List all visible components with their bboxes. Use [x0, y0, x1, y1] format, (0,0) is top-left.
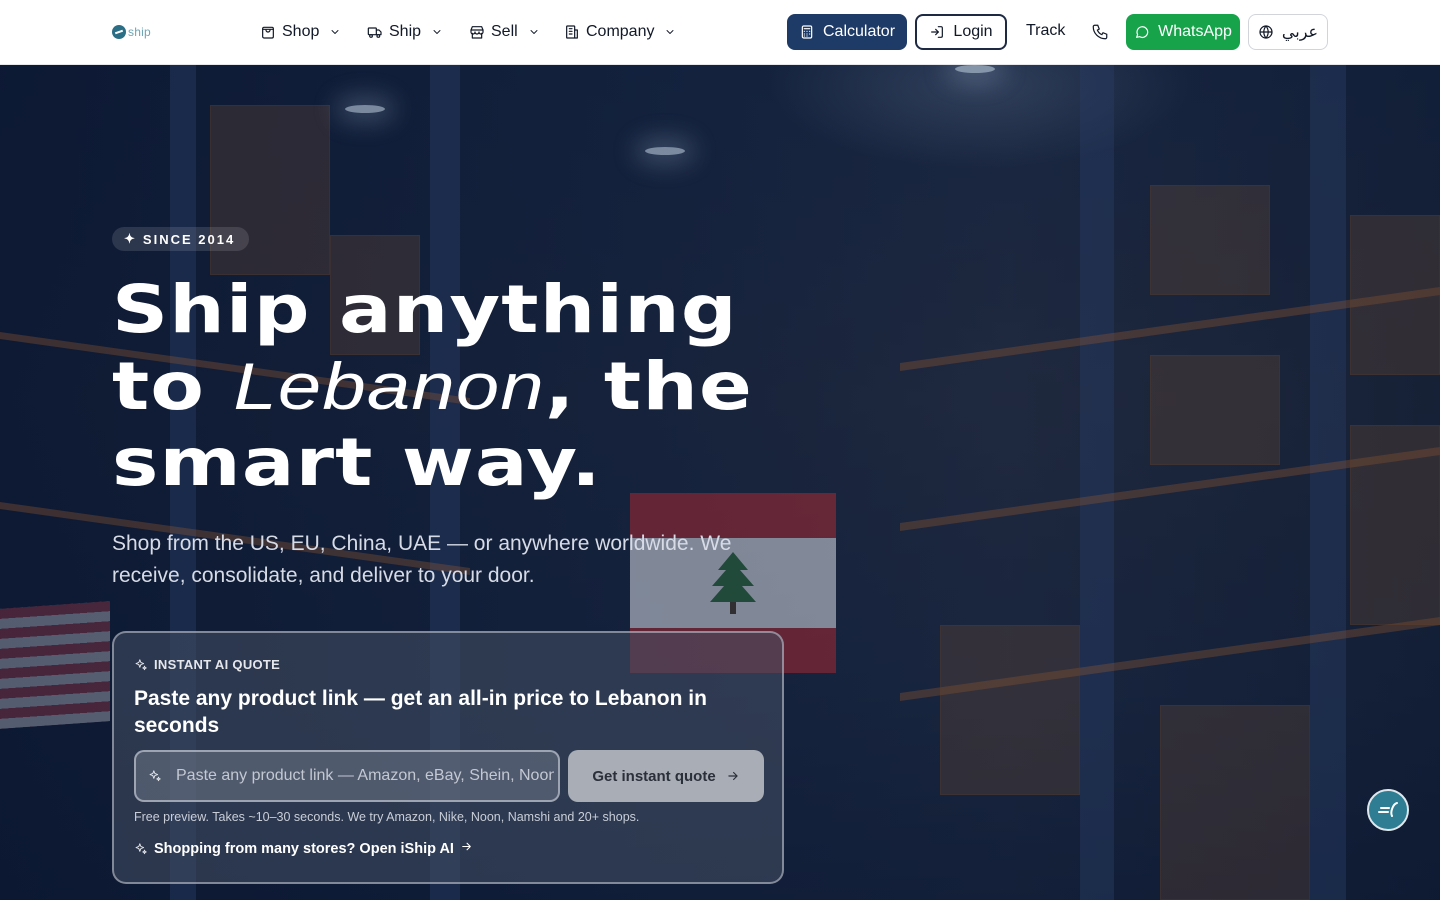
nav-menu-sell[interactable]: Sell [469, 20, 540, 44]
calculator-icon [801, 25, 813, 39]
instant-quote-title: Paste any product link — get an all-in p… [134, 687, 707, 737]
chevron-down-icon [433, 30, 441, 34]
language-toggle-label: عربي [1281, 24, 1319, 41]
store-icon [470, 26, 484, 39]
whatsapp-button-label: WhatsApp [1158, 23, 1232, 40]
ceiling-lamp [955, 65, 995, 73]
sparkle-icon: ✦ [124, 231, 137, 246]
login-button-label: Login [953, 23, 993, 40]
hero-headline: Ship anything to Lebanon, the smart way. [112, 272, 1056, 501]
chevron-down-icon [530, 30, 538, 34]
headline-line-3: smart way. [112, 424, 602, 501]
assistant-logo-icon [1378, 802, 1398, 817]
headline-place: Lebanon [233, 349, 545, 423]
nav-menu-company[interactable]: Company [564, 20, 676, 44]
instant-quote-label-text: INSTANT AI QUOTE [154, 657, 281, 672]
sparkles-icon [148, 769, 162, 788]
warehouse-box [940, 625, 1080, 795]
arrow-right-icon [728, 771, 738, 781]
nav-menu-ship[interactable]: Ship [367, 20, 443, 44]
nav-menu-shop[interactable]: Shop [260, 20, 341, 44]
warehouse-box [1150, 355, 1280, 465]
sparkles-icon [135, 842, 147, 854]
instant-quote-label: INSTANT AI QUOTE [134, 657, 280, 672]
truck-icon [367, 27, 382, 38]
building-icon [566, 25, 578, 39]
headline-to: to [112, 348, 206, 425]
warehouse-pillar [1080, 65, 1114, 900]
brand-logo[interactable]: ship [112, 22, 151, 42]
instant-quote-card: INSTANT AI QUOTE Paste any product link … [112, 631, 784, 884]
whatsapp-icon [1136, 26, 1149, 38]
product-link-input-wrapper [134, 750, 560, 802]
login-icon [931, 26, 944, 38]
nav-menu-ship-label: Ship [389, 23, 422, 40]
nav-menu-company-label: Company [586, 23, 655, 40]
ceiling-lamp [645, 147, 685, 155]
chat-assistant-button[interactable] [1367, 789, 1409, 831]
chevron-down-icon [667, 30, 674, 34]
get-instant-quote-button[interactable]: Get instant quote [568, 750, 764, 802]
language-toggle[interactable]: عربي [1248, 14, 1328, 50]
nav-menu-sell-label: Sell [491, 23, 518, 40]
logo-text: ship [128, 25, 151, 39]
since-badge: ✦ SINCE 2014 [112, 227, 250, 251]
us-flag-image [0, 601, 110, 729]
headline-line-1: Ship anything [112, 271, 738, 348]
arrow-right-icon [460, 840, 473, 857]
ceiling-lamp [345, 105, 385, 113]
track-link[interactable]: Track [1026, 22, 1065, 40]
calculator-button[interactable]: Calculator [787, 14, 907, 50]
headline-rest: , the [544, 348, 753, 425]
top-navbar: ship Shop Ship Sell Company Calculator L… [0, 0, 1440, 65]
login-button[interactable]: Login [915, 14, 1007, 50]
phone-icon [1092, 24, 1108, 40]
phone-button[interactable] [1091, 23, 1109, 41]
chevron-down-icon [331, 30, 339, 34]
warehouse-box [1150, 185, 1270, 295]
quote-disclaimer: Free preview. Takes ~10–30 seconds. We t… [134, 810, 640, 824]
warehouse-box [1350, 425, 1440, 625]
open-ai-link[interactable]: Shopping from many stores? Open iShip AI [134, 840, 473, 857]
product-link-input[interactable] [176, 752, 554, 800]
warehouse-box [1160, 705, 1310, 900]
calculator-button-label: Calculator [822, 23, 896, 40]
warehouse-pillar [1310, 65, 1346, 900]
globe-icon [1259, 25, 1273, 39]
hero-subtitle: Shop from the US, EU, China, UAE — or an… [112, 532, 732, 587]
shopping-bag-icon [262, 26, 274, 39]
open-ai-link-label: Shopping from many stores? Open iShip AI [154, 840, 454, 857]
get-instant-quote-label: Get instant quote [592, 767, 716, 785]
logo-mark-icon [112, 25, 126, 39]
since-badge-label: SINCE 2014 [142, 231, 236, 247]
warehouse-box [1350, 215, 1440, 375]
sparkles-icon [135, 658, 147, 670]
whatsapp-button[interactable]: WhatsApp [1126, 14, 1240, 50]
nav-menu-shop-label: Shop [282, 23, 320, 40]
